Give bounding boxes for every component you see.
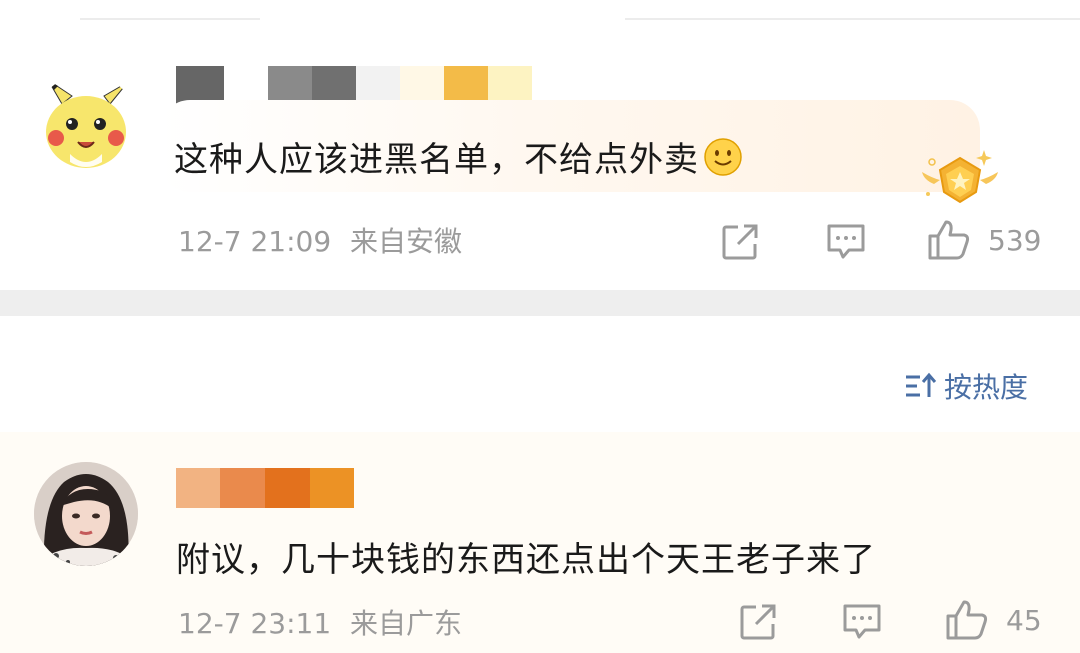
- section-separator: [0, 290, 1080, 316]
- mosaic-block: [220, 468, 265, 508]
- like-button[interactable]: 45: [944, 598, 1042, 642]
- star-badge-icon: [922, 150, 998, 204]
- share-icon: [722, 224, 758, 260]
- avatar[interactable]: [34, 74, 138, 178]
- like-count: 45: [1006, 603, 1042, 637]
- mosaic-block: [176, 468, 220, 508]
- comment-location: 来自广东: [350, 607, 463, 640]
- comment-item: 附议，几十块钱的东西还点出个天王老子来了 12-7 23:11 来自广东 45: [0, 432, 1080, 653]
- comment-location: 来自安徽: [350, 225, 463, 258]
- smiley-emoji-icon: [704, 138, 742, 176]
- comment-text: 这种人应该进黑名单，不给点外卖: [174, 132, 743, 181]
- reply-button[interactable]: [841, 602, 883, 642]
- share-icon: [740, 604, 776, 640]
- share-button[interactable]: [720, 222, 760, 262]
- like-button[interactable]: 539: [926, 218, 1041, 262]
- avatar[interactable]: [34, 462, 138, 566]
- comment-item: 这种人应该进黑名单，不给点外卖 12-7 21:09 来自安徽 539: [0, 22, 1080, 290]
- comment-text: 附议，几十块钱的东西还点出个天王老子来了: [176, 532, 876, 581]
- mosaic-block: [310, 468, 354, 508]
- sort-label: 按热度: [944, 371, 1029, 404]
- comment-icon: [827, 224, 865, 259]
- comment-icon: [843, 604, 881, 639]
- comment-time: 12-7 21:09: [178, 225, 332, 258]
- comment-time: 12-7 23:11: [178, 607, 332, 640]
- comment-meta: 12-7 23:11 来自广东: [178, 602, 462, 642]
- thumbs-up-icon: [928, 220, 970, 260]
- comment-text-content: 这种人应该进黑名单，不给点外卖: [174, 140, 699, 180]
- like-count: 539: [988, 223, 1042, 257]
- reply-button[interactable]: [825, 222, 867, 262]
- sort-icon: [906, 372, 937, 397]
- share-button[interactable]: [738, 602, 778, 642]
- mosaic-block: [265, 468, 310, 508]
- thumbs-up-icon: [946, 600, 988, 640]
- sort-button[interactable]: 按热度: [904, 366, 1028, 406]
- comment-text-content: 附议，几十块钱的东西还点出个天王老子来了: [176, 540, 876, 580]
- username-mosaic[interactable]: [176, 468, 354, 508]
- comment-meta: 12-7 21:09 来自安徽: [178, 220, 462, 260]
